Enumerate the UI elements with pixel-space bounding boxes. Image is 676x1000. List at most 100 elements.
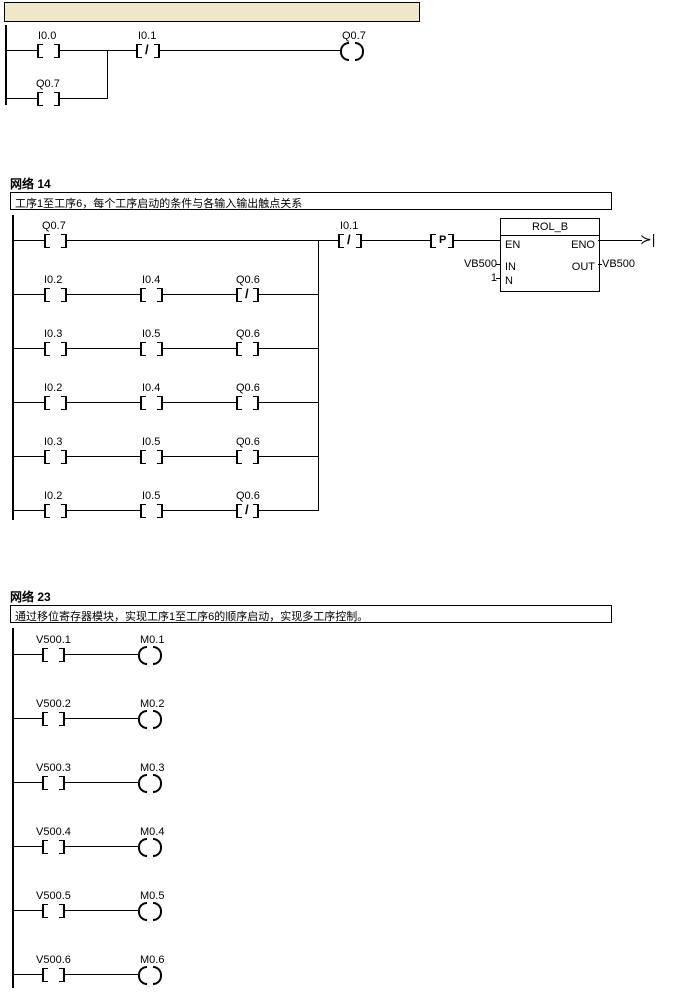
wire [259, 348, 318, 349]
wire [14, 782, 42, 783]
contact-label: Q0.6 [236, 274, 260, 286]
no-contact [42, 904, 48, 918]
contact-label: V500.3 [36, 762, 71, 774]
network-comment: 工序1至工序6，每个工序启动的条件与各输入输出触点关系 [10, 192, 612, 210]
contact-label: I0.1 [340, 220, 358, 232]
wire [259, 402, 318, 403]
in-label: IN [505, 261, 516, 273]
no-contact [253, 396, 259, 410]
contact-label: Q0.6 [236, 490, 260, 502]
contact-label: V500.1 [36, 634, 71, 646]
no-contact [157, 504, 163, 518]
nc-slash: / [245, 502, 249, 517]
no-contact [61, 342, 67, 356]
power-rail [12, 628, 14, 988]
edge-p: P [439, 234, 446, 246]
wire [14, 910, 42, 911]
nc-contact [236, 504, 242, 518]
contact-label: Q0.7 [36, 78, 60, 90]
no-contact [42, 968, 48, 982]
no-contact [253, 450, 259, 464]
coil [138, 902, 147, 921]
contact-label: Q0.7 [42, 220, 66, 232]
coil [138, 838, 147, 857]
no-contact [54, 44, 60, 58]
no-contact [42, 712, 48, 726]
no-contact [59, 776, 65, 790]
nc-slash: / [145, 42, 149, 57]
no-contact [140, 450, 146, 464]
coil-label: M0.4 [140, 826, 164, 838]
no-contact [140, 288, 146, 302]
nc-slash: / [245, 286, 249, 301]
coil [138, 646, 147, 665]
no-contact [44, 504, 50, 518]
header-bar [4, 2, 420, 22]
contact-label: I0.0 [38, 30, 56, 42]
wire [65, 718, 138, 719]
coil [153, 902, 162, 921]
no-contact [236, 342, 242, 356]
coil [138, 774, 147, 793]
wire [14, 456, 44, 457]
wire [7, 50, 37, 51]
no-contact [61, 504, 67, 518]
contact-label: Q0.6 [236, 382, 260, 394]
no-contact [140, 342, 146, 356]
power-rail [12, 215, 14, 520]
wire [65, 782, 138, 783]
wire [163, 510, 236, 511]
wire [67, 510, 140, 511]
no-contact [236, 450, 242, 464]
nc-slash: / [347, 232, 351, 247]
no-contact [44, 396, 50, 410]
coil-label: M0.6 [140, 954, 164, 966]
coil-label: M0.5 [140, 890, 164, 902]
wire [65, 910, 138, 911]
contact-label: V500.2 [36, 698, 71, 710]
out-value: VB500 [602, 258, 635, 270]
coil-label: Q0.7 [342, 30, 366, 42]
no-contact [54, 92, 60, 106]
nc-contact [236, 288, 242, 302]
no-contact [59, 968, 65, 982]
wire [14, 718, 42, 719]
wire [14, 510, 44, 511]
nc-contact [356, 234, 362, 248]
eno-label: ENO [571, 239, 595, 251]
wire [65, 654, 138, 655]
wire [160, 50, 340, 51]
contact-label: I0.2 [44, 490, 62, 502]
wire [598, 264, 602, 265]
contact-label: I0.5 [142, 436, 160, 448]
terminator-icon: ≻| [640, 231, 655, 248]
network-comment: 通过移位寄存器模块，实现工序1至工序6的顺序启动，实现多工序控制。 [10, 605, 612, 623]
no-contact [59, 648, 65, 662]
wire [67, 348, 140, 349]
no-contact [44, 234, 50, 248]
wire [362, 240, 430, 241]
no-contact [61, 396, 67, 410]
wire [14, 846, 42, 847]
contact-label: V500.6 [36, 954, 71, 966]
no-contact [42, 840, 48, 854]
wire [67, 294, 140, 295]
no-contact [59, 712, 65, 726]
coil [153, 646, 162, 665]
coil [153, 838, 162, 857]
no-contact [59, 840, 65, 854]
coil-label: M0.2 [140, 698, 164, 710]
no-contact [44, 342, 50, 356]
no-contact [157, 450, 163, 464]
wire [107, 50, 108, 99]
contact-label: I0.5 [142, 328, 160, 340]
no-contact [61, 234, 67, 248]
no-contact [157, 342, 163, 356]
coil-label: M0.3 [140, 762, 164, 774]
n-label: N [505, 275, 513, 287]
contact-label: I0.1 [138, 30, 156, 42]
wire [14, 402, 44, 403]
nc-contact [338, 234, 344, 248]
contact-label: I0.4 [142, 274, 160, 286]
wire [163, 402, 236, 403]
